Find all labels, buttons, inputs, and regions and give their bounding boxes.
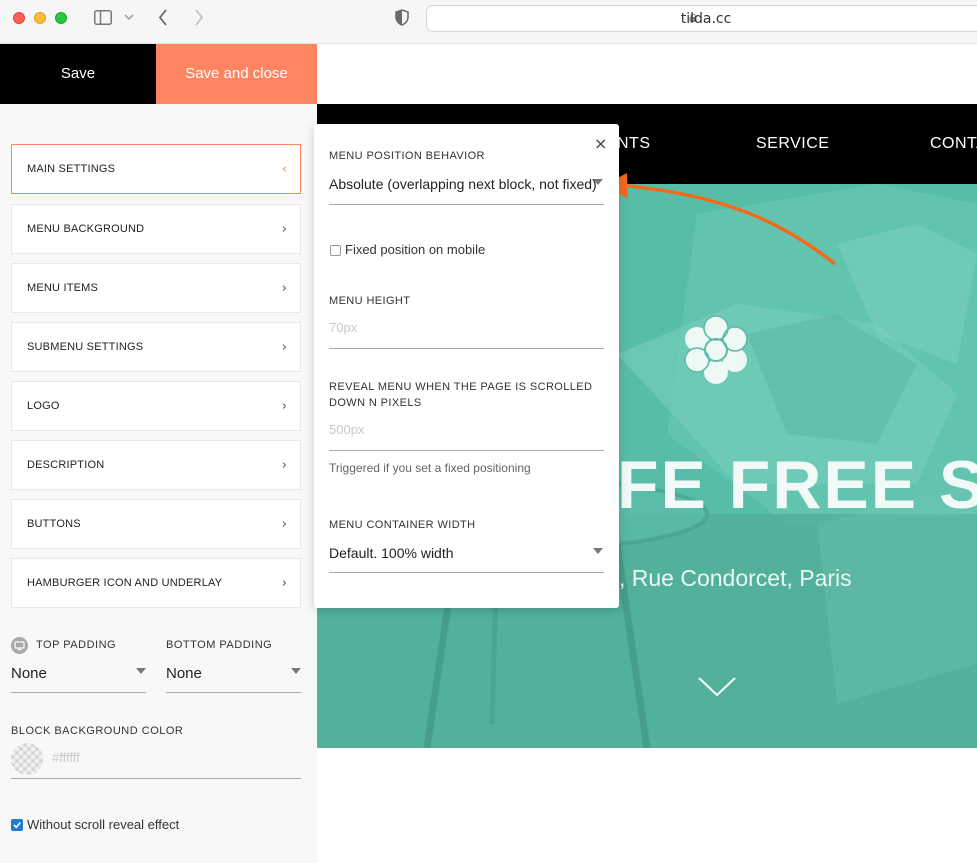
fixed-mobile-label: Fixed position on mobile	[345, 242, 486, 257]
chevron-down-icon	[593, 179, 603, 185]
menu-item-label: MAIN SETTINGS	[27, 163, 116, 175]
minimize-window-button[interactable]	[34, 12, 46, 24]
divider	[11, 692, 146, 693]
forward-icon[interactable]	[194, 9, 204, 26]
sidebar-icon[interactable]	[94, 10, 112, 25]
save-and-close-button[interactable]: Save and close	[156, 44, 317, 104]
menu-item-label: MENU BACKGROUND	[27, 223, 145, 235]
menu-position-label: MENU POSITION BEHAVIOR	[329, 150, 485, 162]
reveal-menu-label-line: DOWN N PIXELS	[329, 397, 422, 409]
chevron-right-icon: ›	[281, 458, 287, 473]
chevron-right-icon: ›	[281, 576, 287, 591]
reveal-menu-label: REVEAL MENU WHEN THE PAGE IS SCROLLED DO…	[329, 379, 592, 411]
fixed-mobile-checkbox[interactable]	[330, 245, 341, 256]
divider	[329, 572, 604, 573]
menu-item-logo[interactable]: LOGO ›	[11, 381, 301, 431]
nav-link-service[interactable]: SERVICE	[756, 135, 829, 153]
flower-logo-icon	[684, 315, 748, 384]
nav-link-contacts[interactable]: CONTA	[930, 135, 977, 153]
divider	[166, 692, 301, 693]
chevron-down-icon[interactable]	[124, 14, 134, 21]
chevron-down-icon	[136, 668, 146, 674]
menu-item-menu-items[interactable]: MENU ITEMS ›	[11, 263, 301, 313]
hero-title: FE FREE SP	[617, 447, 977, 523]
chevron-down-icon[interactable]	[697, 676, 737, 698]
divider	[329, 348, 604, 349]
menu-position-select[interactable]: Absolute (overlapping next block, not fi…	[329, 176, 597, 192]
chevron-left-icon: ‹	[281, 162, 287, 177]
chevron-down-icon	[291, 668, 301, 674]
menu-settings-popup: × MENU POSITION BEHAVIOR Absolute (overl…	[314, 124, 619, 608]
divider	[11, 778, 301, 779]
nav-link[interactable]: NTS	[617, 135, 651, 153]
container-width-label: MENU CONTAINER WIDTH	[329, 519, 476, 531]
reveal-hint: Triggered if you set a fixed positioning	[329, 461, 531, 475]
menu-item-label: HAMBURGER ICON AND UNDERLAY	[27, 577, 223, 589]
menu-item-submenu-settings[interactable]: SUBMENU SETTINGS ›	[11, 322, 301, 372]
scroll-reveal-label: Without scroll reveal effect	[27, 817, 180, 832]
settings-panel: Save Save and close MAIN SETTINGS ‹ MENU…	[0, 44, 317, 863]
url-text: tilda.cc	[680, 11, 732, 27]
chevron-right-icon: ›	[281, 399, 287, 414]
top-padding-select[interactable]: None	[11, 665, 47, 682]
bg-color-input[interactable]: #ffffff	[52, 750, 80, 765]
menu-height-input[interactable]: 70px	[329, 320, 357, 335]
menu-item-hamburger[interactable]: HAMBURGER ICON AND UNDERLAY ›	[11, 558, 301, 608]
browser-toolbar: tilda.cc	[0, 0, 977, 44]
chevron-right-icon: ›	[281, 517, 287, 532]
check-icon	[13, 821, 21, 829]
menu-height-label: MENU HEIGHT	[329, 295, 411, 307]
container-width-select[interactable]: Default. 100% width	[329, 545, 454, 561]
bottom-padding-select[interactable]: None	[166, 665, 202, 682]
menu-item-label: BUTTONS	[27, 518, 81, 530]
chevron-right-icon: ›	[281, 281, 287, 296]
chevron-right-icon: ›	[281, 222, 287, 237]
back-icon[interactable]	[158, 9, 168, 26]
chevron-down-icon	[593, 548, 603, 554]
scroll-reveal-checkbox[interactable]	[11, 819, 23, 831]
menu-item-label: LOGO	[27, 400, 60, 412]
monitor-icon	[11, 637, 28, 654]
menu-item-buttons[interactable]: BUTTONS ›	[11, 499, 301, 549]
menu-item-label: SUBMENU SETTINGS	[27, 341, 144, 353]
shield-icon[interactable]	[395, 9, 409, 26]
close-icon[interactable]: ×	[594, 134, 607, 153]
bg-color-label: BLOCK BACKGROUND COLOR	[11, 725, 184, 737]
reveal-pixels-input[interactable]: 500px	[329, 422, 364, 437]
address-bar[interactable]: tilda.cc	[426, 5, 977, 32]
bottom-padding-label: BOTTOM PADDING	[166, 639, 273, 651]
divider	[329, 204, 604, 205]
divider	[329, 450, 604, 451]
menu-item-label: MENU ITEMS	[27, 282, 99, 294]
close-window-button[interactable]	[13, 12, 25, 24]
zoom-window-button[interactable]	[55, 12, 67, 24]
menu-item-menu-background[interactable]: MENU BACKGROUND ›	[11, 204, 301, 254]
top-padding-label: TOP PADDING	[36, 639, 117, 651]
hero-subtitle: , Rue Condorcet, Paris	[619, 565, 852, 591]
menu-item-main-settings[interactable]: MAIN SETTINGS ‹	[11, 144, 301, 194]
menu-item-description[interactable]: DESCRIPTION ›	[11, 440, 301, 490]
menu-item-label: DESCRIPTION	[27, 459, 105, 471]
transparent-swatch-icon[interactable]	[11, 743, 43, 775]
reveal-menu-label-line: REVEAL MENU WHEN THE PAGE IS SCROLLED	[329, 381, 593, 393]
chevron-right-icon: ›	[281, 340, 287, 355]
save-button[interactable]: Save	[0, 44, 156, 104]
